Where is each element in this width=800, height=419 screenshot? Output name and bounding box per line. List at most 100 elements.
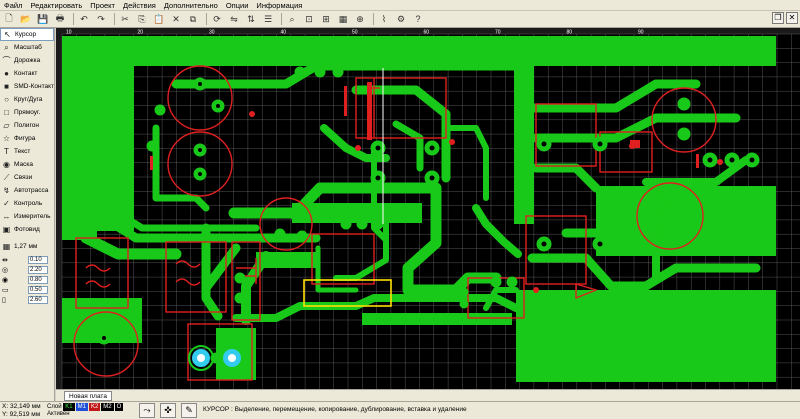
- tool-label: Дорожка: [14, 57, 41, 64]
- param-row: ◎ 2.20: [0, 265, 54, 275]
- toolbar-separator: [73, 13, 74, 25]
- tool-connections[interactable]: ⟋ Связи: [0, 171, 54, 184]
- toolbar-separator: [373, 13, 374, 25]
- param-value-field[interactable]: 2.60: [28, 296, 48, 304]
- menu-item[interactable]: Проект: [86, 0, 119, 11]
- tool-text[interactable]: T Текст: [0, 145, 54, 158]
- close-window-button[interactable]: ✕: [786, 12, 798, 24]
- new-file-icon[interactable]: 🗋: [2, 12, 16, 26]
- tool-check[interactable]: ✓ Контроль: [0, 197, 54, 210]
- grid-label: 1,27 мм: [14, 243, 38, 250]
- pen-icon[interactable]: ✎: [181, 403, 197, 418]
- menu-item[interactable]: Дополнительно: [160, 0, 222, 11]
- status-bar: X: 32,149 мм Y: 92,519 мм Слой K1 M1 K2 M2 O…: [0, 401, 800, 419]
- restore-window-button[interactable]: ❐: [772, 12, 784, 24]
- ruler-tick-label: 90: [638, 30, 644, 36]
- toolbar-separator: [114, 13, 115, 25]
- mirror-vertical-icon[interactable]: ⇅: [244, 12, 258, 26]
- align-icon[interactable]: ☰: [261, 12, 275, 26]
- redo-icon[interactable]: ↷: [94, 12, 108, 26]
- menu-item[interactable]: Файл: [0, 0, 26, 11]
- layer-label: Слой: [47, 404, 62, 410]
- paste-icon[interactable]: 📋: [152, 12, 166, 26]
- board-tab[interactable]: Новая плата: [64, 391, 112, 401]
- tool-pad[interactable]: ● Контакт: [0, 67, 54, 80]
- zoom-previous-icon[interactable]: ⊞: [319, 12, 333, 26]
- pad-outer-icon: ◎: [2, 267, 9, 274]
- text-icon: T: [4, 147, 9, 156]
- tool-polygon[interactable]: ▱ Полигон: [0, 119, 54, 132]
- tool-measure[interactable]: ↔ Измеритель: [0, 210, 54, 223]
- mask-icon: ◉: [3, 160, 10, 169]
- polygon-icon: ▱: [3, 121, 10, 130]
- zoom-fit-icon[interactable]: ⊡: [302, 12, 316, 26]
- duplicate-icon[interactable]: ⧉: [186, 12, 200, 26]
- tool-mask[interactable]: ◉ Маска: [0, 158, 54, 171]
- pad-inner-icon: ◉: [2, 277, 9, 284]
- ruler-tick-label: 80: [567, 30, 573, 36]
- open-file-icon[interactable]: 📂: [19, 12, 33, 26]
- tool-autoroute[interactable]: ↯ Автотрасса: [0, 184, 54, 197]
- cut-icon[interactable]: ✂: [118, 12, 132, 26]
- magnet-icon[interactable]: ⊕: [353, 12, 367, 26]
- left-ruler: [56, 28, 62, 389]
- tool-label: Полигон: [14, 122, 40, 129]
- menu-item[interactable]: Опции: [222, 0, 253, 11]
- tool-label: Круг/Дуга: [14, 96, 43, 103]
- param-value-field[interactable]: 0.10: [28, 256, 48, 264]
- tool-label: SMD-Контакт: [14, 83, 54, 90]
- param-value-field[interactable]: 2.20: [28, 266, 48, 274]
- check-icon: ✓: [3, 199, 10, 208]
- ruler-tick-label: 40: [281, 30, 287, 36]
- tool-label: Контроль: [14, 200, 43, 207]
- tool-label: Автотрасса: [14, 187, 49, 194]
- copy-icon[interactable]: ⎘: [135, 12, 149, 26]
- layer-chip[interactable]: K1: [63, 403, 75, 411]
- mirror-horizontal-icon[interactable]: ⇋: [227, 12, 241, 26]
- save-icon[interactable]: 💾: [36, 12, 50, 26]
- zoom-icon[interactable]: ⌕: [285, 12, 299, 26]
- help-icon[interactable]: ?: [411, 12, 425, 26]
- menu-item[interactable]: Действия: [119, 0, 160, 11]
- param-value-field[interactable]: 0.80: [28, 276, 48, 284]
- active-label: Активен: [47, 411, 70, 417]
- layer-chip[interactable]: M2: [101, 403, 114, 411]
- tool-circle-arc[interactable]: ○ Круг/Дуга: [0, 93, 54, 106]
- tool-rectangle[interactable]: □ Прямоуг.: [0, 106, 54, 119]
- undo-icon[interactable]: ↶: [77, 12, 91, 26]
- grid-icon: ▦: [2, 242, 11, 251]
- param-row: ▭ 0.50: [0, 285, 54, 295]
- toolbar-separator: [206, 13, 207, 25]
- grid-icon[interactable]: ▦: [336, 12, 350, 26]
- param-value-field[interactable]: 0.50: [28, 286, 48, 294]
- menu-item[interactable]: Редактировать: [26, 0, 86, 11]
- snap-target-icon[interactable]: ✜: [160, 403, 176, 418]
- tool-cursor[interactable]: ↖ Курсор: [0, 28, 54, 41]
- track-mode-icon[interactable]: ⤳: [139, 403, 155, 418]
- ruler-tick-label: 10: [66, 30, 72, 36]
- rotate-icon[interactable]: ⟳: [210, 12, 224, 26]
- pcb-canvas[interactable]: 10 20 30 40 50 60 70 80 90: [56, 28, 800, 389]
- tool-photo-view[interactable]: ▣ Фотовид: [0, 223, 54, 236]
- grid-setting[interactable]: ▦ 1,27 мм: [0, 238, 54, 255]
- smd-height-icon: ▯: [2, 297, 6, 304]
- layer-chip[interactable]: O: [114, 403, 124, 411]
- tool-zoom[interactable]: ⌕ Масштаб: [0, 41, 54, 54]
- tool-smd-pad[interactable]: ■ SMD-Контакт: [0, 80, 54, 93]
- tool-label: Измеритель: [14, 213, 51, 220]
- layer-chip[interactable]: M1: [75, 403, 88, 411]
- tool-shape[interactable]: ☆ Фигура: [0, 132, 54, 145]
- layer-selector[interactable]: Слой K1 M1 K2 M2 O Активен: [47, 403, 124, 417]
- layer-chip[interactable]: K2: [88, 403, 101, 411]
- tool-label: Курсор: [15, 31, 37, 38]
- print-icon[interactable]: 🖶: [53, 12, 67, 26]
- smd-width-icon: ▭: [2, 287, 9, 294]
- tool-track[interactable]: ⌒ Дорожка: [0, 54, 54, 67]
- connections-icon: ⟋: [3, 172, 10, 182]
- menu-item[interactable]: Информация: [252, 0, 306, 11]
- pcb-board-view[interactable]: 10 20 30 40 50 60 70 80 90: [56, 28, 800, 389]
- wire-icon[interactable]: ⌇: [377, 12, 391, 26]
- autoroute-icon: ↯: [3, 186, 10, 195]
- delete-icon[interactable]: ✕: [169, 12, 183, 26]
- gear-icon[interactable]: ⚙: [394, 12, 408, 26]
